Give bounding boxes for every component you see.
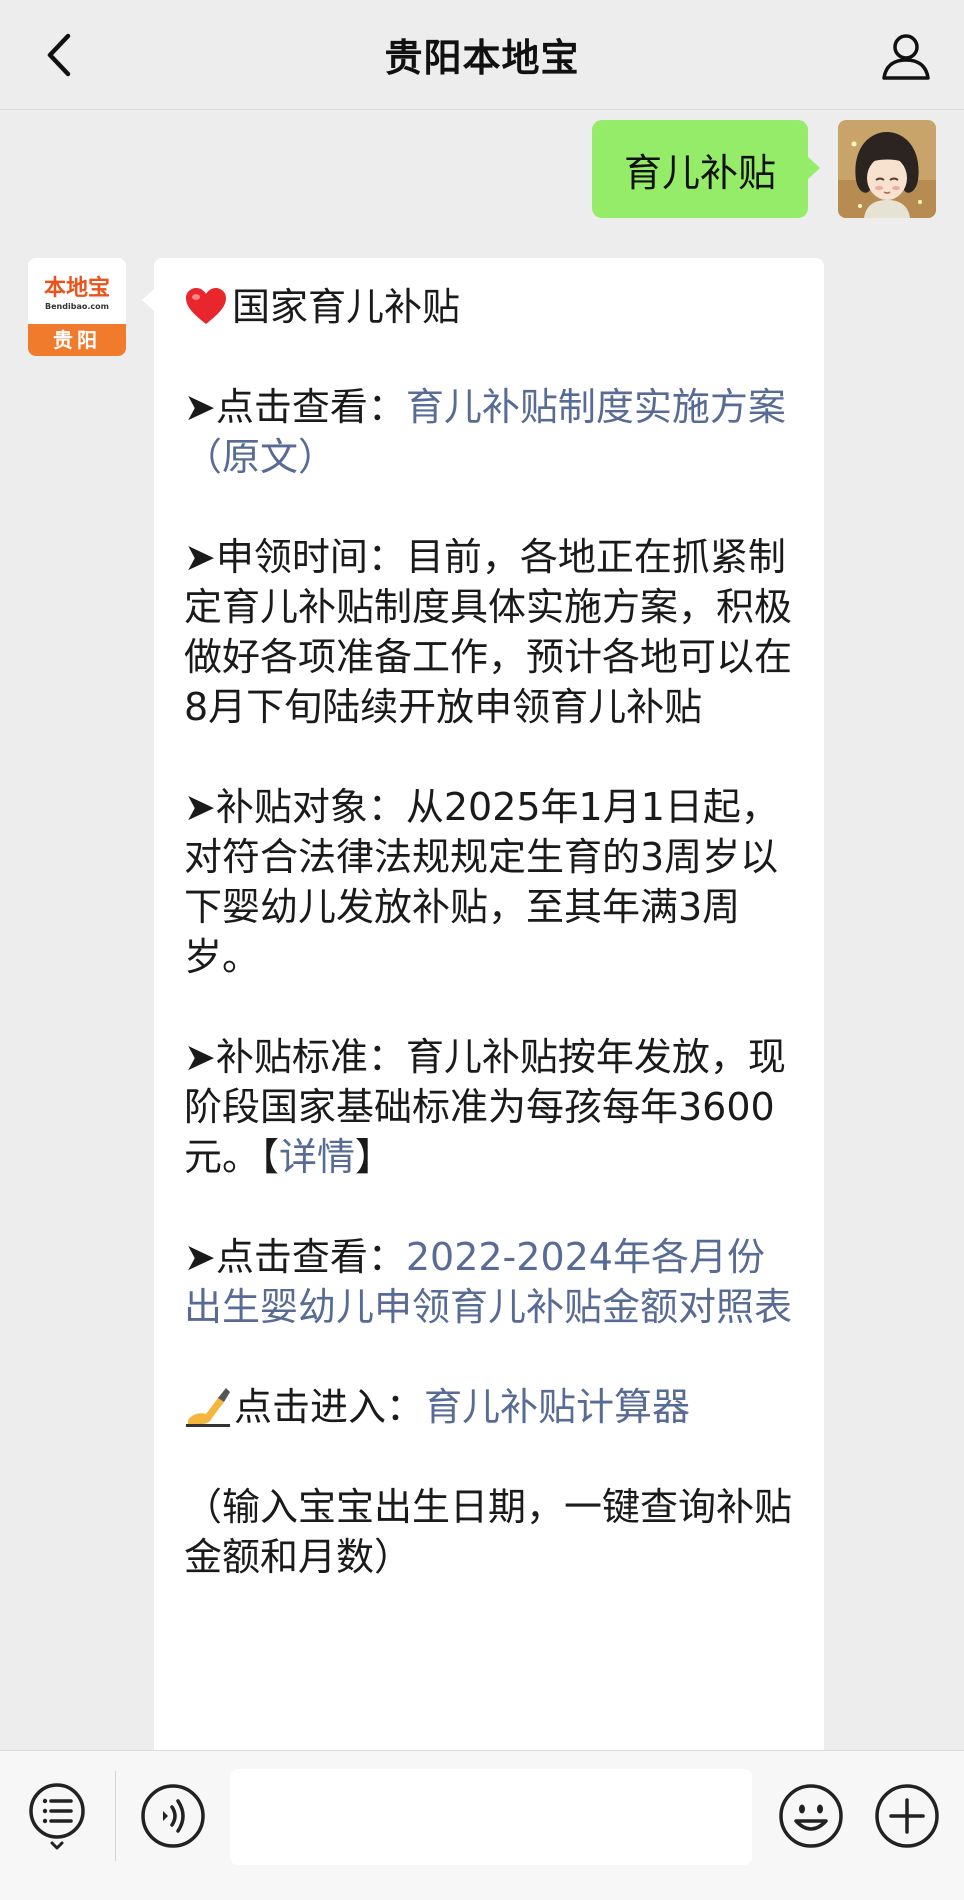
user-icon: [882, 34, 930, 80]
back-button[interactable]: [34, 30, 84, 80]
page-title: 贵阳本地宝: [384, 36, 580, 80]
profile-button[interactable]: [878, 28, 934, 84]
plus-icon: [875, 1784, 939, 1848]
item-subsidy-target: ➤补贴对象：从2025年1月1日起，对符合法律法规规定生育的3周岁以下婴幼儿发放…: [184, 785, 779, 979]
item-subsidy-standard: ➤补贴标准：育儿补贴按年发放，现阶段国家基础标准为每孩每年3600元。【详情】: [184, 1032, 792, 1182]
item-prefix: 点击进入：: [234, 1385, 425, 1429]
incoming-message-row: 本地宝 Bendibao.com 贵阳 国家育儿补贴 ➤点击查看：育儿补贴制度实…: [28, 258, 824, 1758]
logo-city: 贵阳: [28, 324, 126, 356]
voice-icon: [141, 1784, 205, 1848]
chevron-left-icon: [47, 33, 71, 77]
heading-text: 国家育儿补贴: [232, 285, 461, 329]
incoming-message-bubble: 国家育儿补贴 ➤点击查看：育儿补贴制度实施方案（原文） ➤申领时间：目前，各地正…: [142, 258, 824, 1758]
more-button[interactable]: [872, 1781, 942, 1851]
item-prefix: ➤点击查看：: [184, 1235, 406, 1279]
heart-icon: [186, 288, 226, 324]
bot-avatar[interactable]: 本地宝 Bendibao.com 贵阳: [28, 258, 126, 356]
logo-text: 本地宝: [43, 275, 110, 301]
message-input[interactable]: [230, 1769, 752, 1865]
standard-suffix: 】: [355, 1135, 394, 1179]
top-nav-bar: 贵阳本地宝: [0, 0, 964, 110]
item-calculator: 点击进入：育儿补贴计算器: [184, 1382, 792, 1432]
item-calculator-note: （输入宝宝出生日期，一键查询补贴金额和月数）: [184, 1485, 793, 1579]
outgoing-message-row: 育儿补贴: [591, 120, 936, 218]
emoji-button[interactable]: [776, 1781, 846, 1851]
outgoing-message-bubble[interactable]: 育儿补贴: [591, 120, 821, 218]
bottom-input-bar: [0, 1750, 964, 1900]
emoji-icon: [779, 1784, 843, 1848]
toolbar-divider: [115, 1771, 116, 1861]
item-view-plan: ➤点击查看：育儿补贴制度实施方案（原文）: [184, 382, 792, 482]
message-heading: 国家育儿补贴: [184, 282, 792, 332]
user-avatar[interactable]: [838, 120, 936, 218]
item-prefix: ➤点击查看：: [184, 385, 406, 429]
user-avatar-image: [838, 120, 936, 218]
item-apply-time: ➤申领时间：目前，各地正在抓紧制定育儿补贴制度具体实施方案，积极做好各项准备工作…: [184, 535, 793, 729]
menu-list-icon: [29, 1783, 85, 1850]
standard-text: ➤补贴标准：育儿补贴按年发放，现阶段国家基础标准为每孩每年3600元。【: [184, 1035, 786, 1179]
menu-button[interactable]: [22, 1781, 92, 1851]
voice-button[interactable]: [138, 1781, 208, 1851]
writing-hand-icon: [186, 1388, 230, 1427]
logo-domain: Bendibao.com: [45, 302, 109, 311]
outgoing-message-text: 育儿补贴: [623, 150, 776, 195]
details-link[interactable]: 详情: [279, 1135, 355, 1179]
calculator-link[interactable]: 育儿补贴计算器: [424, 1385, 690, 1429]
item-view-table: ➤点击查看：2022-2024年各月份出生婴幼儿申领育儿补贴金额对照表: [184, 1232, 792, 1332]
